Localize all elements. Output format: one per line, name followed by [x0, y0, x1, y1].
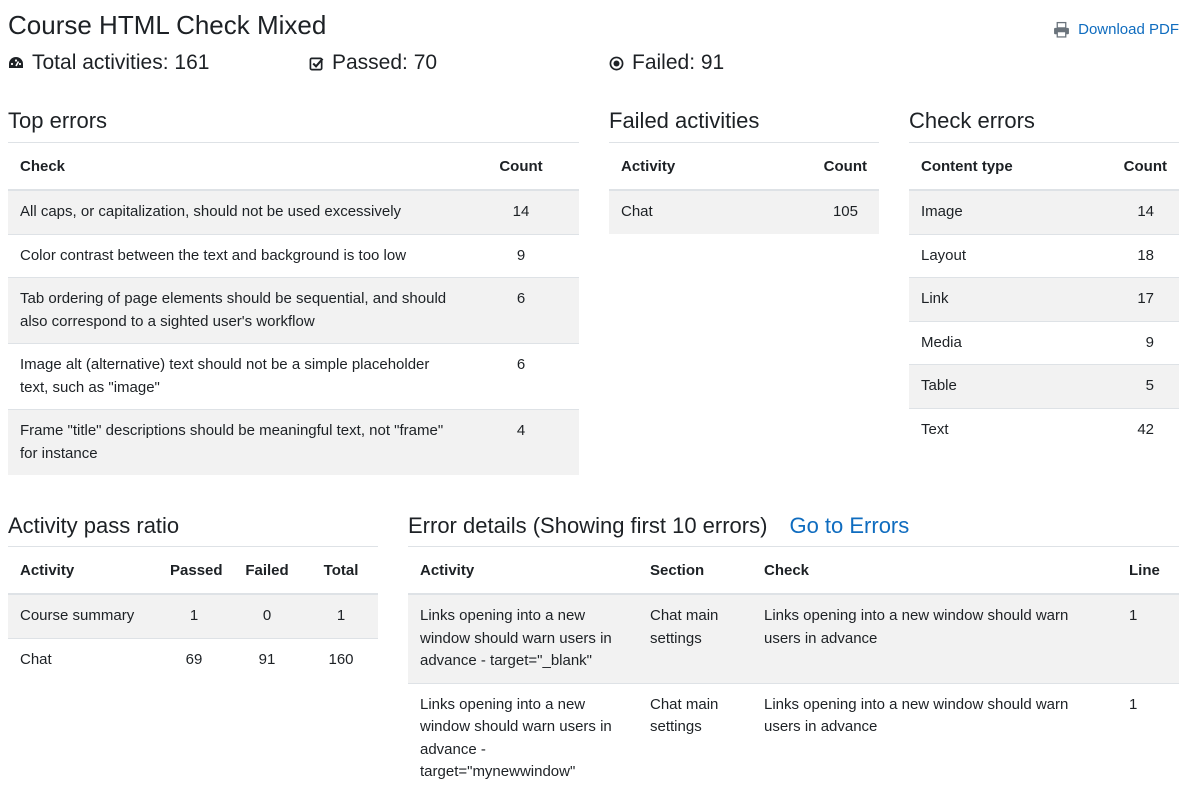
count-cell: 105 [779, 189, 879, 234]
count-cell: 14 [463, 189, 579, 234]
failed-cell: 0 [230, 593, 304, 638]
table-row: Image alt (alternative) text should not … [8, 343, 579, 410]
table-row: All caps, or capitalization, should not … [8, 189, 579, 234]
table-row: Chat 69 91 160 [8, 637, 378, 681]
col-line: Line [1117, 546, 1179, 595]
failed-text: Failed: 91 [632, 51, 725, 74]
dashboard-icon [9, 57, 23, 68]
check-cell: Tab ordering of page elements should be … [8, 277, 463, 344]
passed-text: Passed: 70 [332, 51, 438, 74]
check-square-icon [309, 57, 324, 70]
content-type-cell: Table [909, 364, 1079, 408]
count-cell: 9 [463, 233, 579, 278]
pass-ratio-heading: Activity pass ratio [8, 513, 180, 538]
total-activities-text: Total activities: 161 [32, 51, 210, 74]
col-activity: Activity [609, 142, 779, 191]
count-cell: 9 [1079, 320, 1179, 365]
col-check: Check [8, 142, 463, 191]
download-pdf-link[interactable]: Download PDF [1053, 21, 1179, 38]
table-row: Frame "title" descriptions should be mea… [8, 409, 579, 475]
passed-stat: Passed: 70 [309, 51, 437, 75]
content-type-cell: Image [909, 189, 1079, 234]
table-row: Links opening into a new window should w… [408, 682, 1179, 794]
check-cell: All caps, or capitalization, should not … [8, 189, 463, 234]
table-row: Tab ordering of page elements should be … [8, 277, 579, 344]
table-row: Link 17 [909, 277, 1179, 321]
count-cell: 18 [1079, 233, 1179, 278]
check-cell: Links opening into a new window should w… [752, 593, 1117, 683]
failed-cell: 91 [230, 637, 304, 681]
content-type-cell: Link [909, 277, 1079, 321]
col-passed: Passed [158, 546, 230, 595]
activity-cell: Links opening into a new window should w… [408, 593, 638, 683]
count-cell: 6 [463, 343, 579, 410]
table-row: Chat 105 [609, 189, 879, 234]
activity-cell: Course summary [8, 593, 158, 638]
error-details-table: Activity Section Check Line Links openin… [408, 546, 1179, 794]
table-row: Table 5 [909, 364, 1179, 408]
table-row: Text 42 [909, 407, 1179, 451]
failed-activities-table: Activity Count Chat 105 [609, 142, 879, 234]
activity-cell: Chat [8, 637, 158, 681]
col-content-type: Content type [909, 142, 1079, 191]
content-type-cell: Text [909, 407, 1079, 451]
table-row: Layout 18 [909, 233, 1179, 278]
section-cell: Chat main settings [638, 682, 752, 794]
table-row: Color contrast between the text and back… [8, 233, 579, 278]
col-count: Count [1079, 142, 1179, 191]
go-to-errors-link[interactable]: Go to Errors [789, 513, 909, 538]
count-cell: 6 [463, 277, 579, 344]
col-activity: Activity [408, 546, 638, 595]
check-cell: Links opening into a new window should w… [752, 682, 1117, 794]
col-count: Count [779, 142, 879, 191]
check-errors-heading: Check errors [909, 108, 1035, 133]
top-errors-heading: Top errors [8, 108, 108, 133]
count-cell: 17 [1079, 277, 1179, 321]
section-cell: Chat main settings [638, 593, 752, 683]
col-failed: Failed [230, 546, 304, 595]
table-row: Image 14 [909, 189, 1179, 234]
table-row: Links opening into a new window should w… [408, 593, 1179, 683]
printer-icon [1054, 21, 1070, 38]
total-cell: 160 [304, 637, 378, 681]
activity-cell: Chat [609, 189, 779, 234]
failed-activities-heading: Failed activities [609, 108, 760, 133]
passed-cell: 1 [158, 593, 230, 638]
check-cell: Frame "title" descriptions should be mea… [8, 409, 463, 475]
content-type-cell: Media [909, 320, 1079, 365]
col-total: Total [304, 546, 378, 595]
error-details-title: Error details (Showing first 10 errors) [408, 513, 768, 538]
col-section: Section [638, 546, 752, 595]
col-count: Count [463, 142, 579, 191]
count-cell: 42 [1079, 407, 1179, 451]
passed-cell: 69 [158, 637, 230, 681]
pass-ratio-table: Activity Passed Failed Total Course summ… [8, 546, 378, 681]
times-circle-icon [609, 56, 624, 70]
content-type-cell: Layout [909, 233, 1079, 278]
total-cell: 1 [304, 593, 378, 638]
table-row: Media 9 [909, 320, 1179, 365]
check-errors-table: Content type Count Image 14 Layout 18 Li… [909, 142, 1179, 451]
col-check: Check [752, 546, 1117, 595]
check-cell: Color contrast between the text and back… [8, 233, 463, 278]
download-pdf-label: Download PDF [1078, 21, 1179, 38]
page-title: Course HTML Check Mixed [8, 10, 327, 40]
failed-stat: Failed: 91 [609, 51, 724, 75]
check-cell: Image alt (alternative) text should not … [8, 343, 463, 410]
top-errors-table: Check Count All caps, or capitalization,… [8, 142, 579, 475]
count-cell: 14 [1079, 189, 1179, 234]
count-cell: 5 [1079, 364, 1179, 408]
line-cell: 1 [1117, 682, 1179, 794]
table-row: Course summary 1 0 1 [8, 593, 378, 638]
error-details-heading: Error details (Showing first 10 errors) G… [408, 513, 909, 539]
count-cell: 4 [463, 409, 579, 475]
total-activities-stat: Total activities: 161 [8, 51, 209, 75]
activity-cell: Links opening into a new window should w… [408, 682, 638, 794]
line-cell: 1 [1117, 593, 1179, 683]
col-activity: Activity [8, 546, 158, 595]
